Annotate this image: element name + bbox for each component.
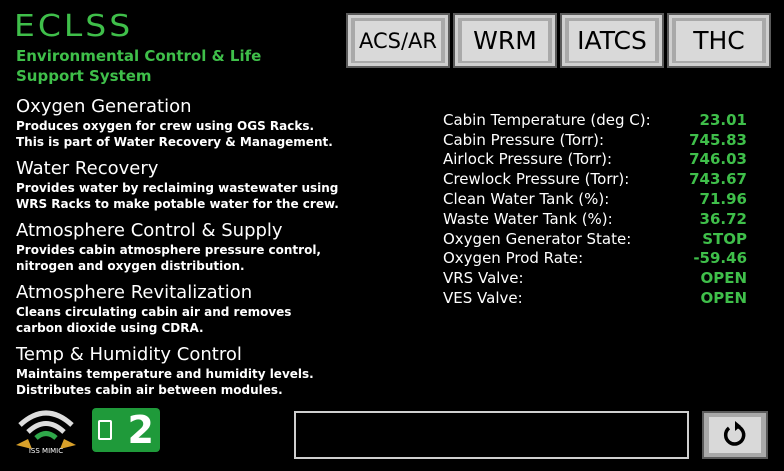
description-line: Maintains temperature and humidity level… xyxy=(16,367,314,381)
refresh-button[interactable] xyxy=(702,411,768,459)
subsystem-title: Water Recovery xyxy=(16,158,159,179)
wifi-logo-text: ISS MIMIC xyxy=(29,447,63,455)
app-subtitle: Environmental Control & Life Support Sys… xyxy=(16,47,262,85)
chip-icon xyxy=(98,420,112,440)
subsystem-description: Produces oxygen for crew using OGS Racks… xyxy=(16,118,366,150)
tab-acs-ar-label: ACS/AR xyxy=(355,20,441,61)
subsystem-description: Provides cabin atmosphere pressure contr… xyxy=(16,242,366,274)
telemetry-value: 71.96 xyxy=(699,190,747,209)
telemetry-label: VRS Valve: xyxy=(443,269,524,288)
telemetry-label: Oxygen Generator State: xyxy=(443,229,632,248)
telemetry-row: VRS Valve: OPEN xyxy=(443,268,753,288)
description-line: WRS Racks to make potable water for the … xyxy=(16,197,339,211)
subsystem-title: Atmosphere Revitalization xyxy=(16,282,253,303)
subsystem-list: Oxygen Generation Produces oxygen for cr… xyxy=(16,96,366,406)
telemetry-row: Crewlock Pressure (Torr): 743.67 xyxy=(443,169,753,189)
subsystem-oxygen-generation: Oxygen Generation Produces oxygen for cr… xyxy=(16,96,366,150)
description-line: carbon dioxide using CDRA. xyxy=(16,321,204,335)
description-line: Distributes cabin air between modules. xyxy=(16,383,283,397)
description-line: Produces oxygen for crew using OGS Racks… xyxy=(16,119,315,133)
arduino-count: 2 xyxy=(127,408,154,452)
telemetry-label: VES Valve: xyxy=(443,289,523,308)
telemetry-row: Airlock Pressure (Torr): 746.03 xyxy=(443,150,753,170)
telemetry-label: Crewlock Pressure (Torr): xyxy=(443,170,630,189)
wifi-icon: ISS MIMIC xyxy=(14,405,78,457)
message-box xyxy=(294,411,689,459)
telemetry-row: Cabin Temperature (deg C): 23.01 xyxy=(443,110,753,130)
tab-acs-ar[interactable]: ACS/AR xyxy=(346,13,450,68)
telemetry-value: -59.46 xyxy=(693,249,747,268)
subsystem-water-recovery: Water Recovery Provides water by reclaim… xyxy=(16,158,366,212)
tab-thc-label: THC xyxy=(676,20,762,61)
tab-iatcs-label: IATCS xyxy=(569,20,655,61)
tab-wrm-label: WRM xyxy=(462,20,548,61)
description-line: Provides cabin atmosphere pressure contr… xyxy=(16,243,321,257)
tab-wrm[interactable]: WRM xyxy=(453,13,557,68)
telemetry-row: Cabin Pressure (Torr): 745.83 xyxy=(443,130,753,150)
telemetry-row: Clean Water Tank (%): 71.96 xyxy=(443,189,753,209)
telemetry-label: Cabin Temperature (deg C): xyxy=(443,110,651,129)
subsystem-temp-humidity: Temp & Humidity Control Maintains temper… xyxy=(16,344,366,398)
telemetry-row: Oxygen Generator State: STOP xyxy=(443,229,753,249)
nav-bar: ACS/AR WRM IATCS THC xyxy=(346,13,771,68)
subsystem-description: Cleans circulating cabin air and removes… xyxy=(16,304,366,336)
telemetry-panel: Cabin Temperature (deg C): 23.01 Cabin Pr… xyxy=(443,110,753,308)
tab-thc[interactable]: THC xyxy=(667,13,771,68)
telemetry-label: Clean Water Tank (%): xyxy=(443,190,610,209)
telemetry-value: 746.03 xyxy=(689,150,747,169)
telemetry-row: Waste Water Tank (%): 36.72 xyxy=(443,209,753,229)
telemetry-label: Waste Water Tank (%): xyxy=(443,209,613,228)
app-title: ECLSS xyxy=(14,7,134,44)
subsystem-description: Provides water by reclaiming wastewater … xyxy=(16,180,366,212)
telemetry-value: OPEN xyxy=(700,269,747,288)
telemetry-value: 23.01 xyxy=(699,110,747,129)
telemetry-value: OPEN xyxy=(700,289,747,308)
refresh-button-face xyxy=(709,417,761,453)
description-line: Provides water by reclaiming wastewater … xyxy=(16,181,339,195)
telemetry-value: 36.72 xyxy=(699,209,747,228)
arduino-icon: 2 xyxy=(92,408,160,452)
subsystem-atmosphere-revitalization: Atmosphere Revitalization Cleans circula… xyxy=(16,282,366,336)
subsystem-description: Maintains temperature and humidity level… xyxy=(16,366,366,398)
telemetry-value: 743.67 xyxy=(689,170,747,189)
subsystem-atmosphere-control: Atmosphere Control & Supply Provides cab… xyxy=(16,220,366,274)
telemetry-label: Oxygen Prod Rate: xyxy=(443,249,584,268)
description-line: This is part of Water Recovery & Managem… xyxy=(16,135,333,149)
telemetry-value: 745.83 xyxy=(689,130,747,149)
subsystem-title: Oxygen Generation xyxy=(16,96,192,117)
subsystem-title: Atmosphere Control & Supply xyxy=(16,220,283,241)
description-line: Cleans circulating cabin air and removes xyxy=(16,305,292,319)
telemetry-row: VES Valve: OPEN xyxy=(443,288,753,308)
refresh-icon xyxy=(723,421,746,446)
telemetry-label: Airlock Pressure (Torr): xyxy=(443,150,613,169)
subsystem-title: Temp & Humidity Control xyxy=(16,344,242,365)
description-line: nitrogen and oxygen distribution. xyxy=(16,259,245,273)
tab-iatcs[interactable]: IATCS xyxy=(560,13,664,68)
telemetry-value: STOP xyxy=(702,229,747,248)
telemetry-row: Oxygen Prod Rate: -59.46 xyxy=(443,249,753,269)
telemetry-label: Cabin Pressure (Torr): xyxy=(443,130,605,149)
